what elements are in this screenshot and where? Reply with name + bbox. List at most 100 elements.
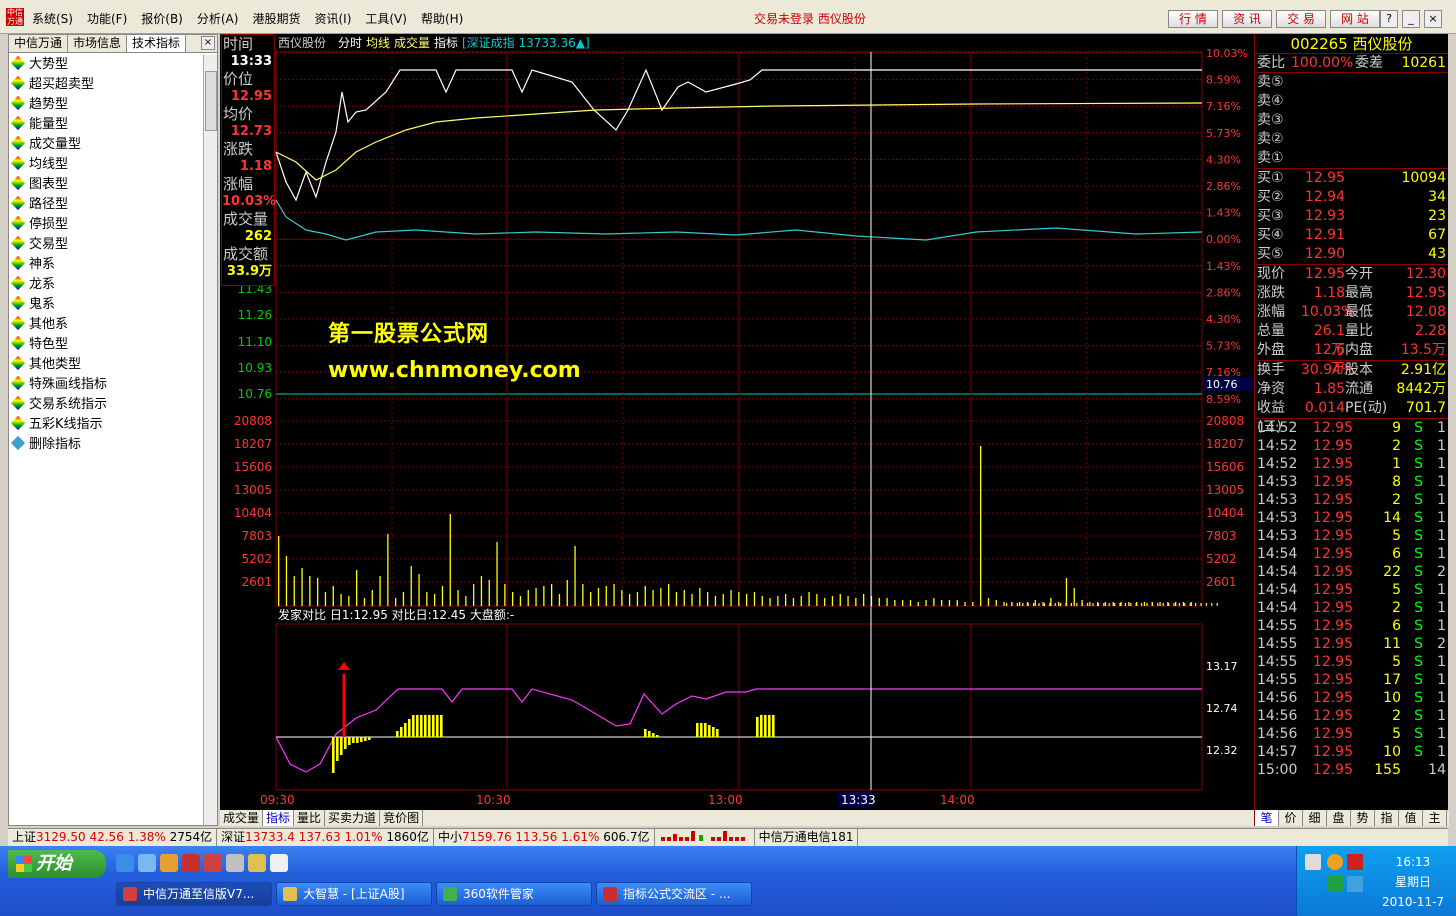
left-tab[interactable]: 中信万通 (9, 35, 69, 52)
quote-tab[interactable]: 指 (1375, 810, 1399, 826)
close-icon[interactable]: × (1424, 10, 1442, 28)
indicator-item[interactable]: 成交量型 (9, 135, 203, 155)
indicator-item[interactable]: 超买超卖型 (9, 75, 203, 95)
indicator-item[interactable]: 其他系 (9, 315, 203, 335)
stock-app-icon[interactable] (204, 854, 222, 872)
scroll-thumb[interactable] (205, 71, 217, 131)
shield-icon[interactable] (1327, 876, 1343, 892)
tick-k: 2 (1437, 564, 1446, 580)
indicator-item[interactable]: 特殊画线指标 (9, 375, 203, 395)
zx-index[interactable]: 中小7159.76 113.56 1.61% 606.7亿 (434, 829, 655, 846)
indicator-item[interactable]: 其他类型 (9, 355, 203, 375)
indicator-item[interactable]: 五彩K线指示 (9, 415, 203, 435)
volume-bar (410, 566, 412, 606)
indicator-item[interactable]: 停损型 (9, 215, 203, 235)
price-label: 价位 (223, 70, 254, 88)
menu-item[interactable]: 功能(F) (87, 10, 127, 27)
volume-bar (512, 592, 514, 606)
left-tab[interactable]: 技术指标 (127, 35, 187, 52)
opera-icon[interactable] (182, 854, 200, 872)
vol-tick-right: 10404 (1206, 506, 1244, 520)
indicator-item[interactable]: 神系 (9, 255, 203, 275)
menu-item[interactable]: 工具(V) (365, 10, 407, 27)
indicator-item[interactable]: 路径型 (9, 195, 203, 215)
indicator-item[interactable]: 均线型 (9, 155, 203, 175)
tick-p: 12.95 (1312, 528, 1353, 544)
quick-button[interactable]: 资 讯 (1222, 10, 1272, 28)
volume-bar (878, 598, 880, 606)
desktop-icon[interactable] (138, 854, 156, 872)
left-tab[interactable]: 市场信息 (68, 35, 128, 52)
chart-header-item: 成交量 (394, 35, 430, 50)
price-tick: 11.10 (238, 335, 272, 349)
menu-item[interactable]: 分析(A) (197, 10, 239, 27)
sh-index[interactable]: 上证3129.50 42.56 1.38% 2754亿 (8, 829, 218, 846)
minimize-icon[interactable]: _ (1402, 10, 1420, 28)
notepad-icon[interactable] (270, 854, 288, 872)
network-icon[interactable] (1347, 876, 1363, 892)
quick-button[interactable]: 行 情 (1168, 10, 1218, 28)
task-button[interactable]: 360软件管家 (436, 882, 592, 906)
help-tray-icon[interactable] (1347, 854, 1363, 870)
indicator-item[interactable]: 趋势型 (9, 95, 203, 115)
indicator-item[interactable]: 交易型 (9, 235, 203, 255)
indicator-icon (10, 255, 26, 271)
menu-item[interactable]: 资讯(I) (314, 10, 351, 27)
indicator-item[interactable]: 大势型 (9, 55, 203, 75)
quote-tab[interactable]: 笔 (1255, 810, 1279, 826)
quote-tab[interactable]: 势 (1351, 810, 1375, 826)
menu-item[interactable]: 帮助(H) (421, 10, 463, 27)
ie-icon[interactable] (116, 854, 134, 872)
vol-tick: 18207 (234, 437, 272, 451)
volume-bar (1070, 603, 1072, 606)
quote-tab[interactable]: 主 (1423, 810, 1447, 826)
stat-a: 涨幅 (1257, 304, 1285, 320)
quote-tab[interactable]: 价 (1279, 810, 1303, 826)
chart-tab[interactable]: 量比 (294, 810, 326, 826)
quick-button[interactable]: 交 易 (1276, 10, 1326, 28)
indicator-item[interactable]: 图表型 (9, 175, 203, 195)
help-icon[interactable]: ? (1380, 10, 1398, 28)
menu-item[interactable]: 港股期货 (252, 10, 300, 27)
quote-tab[interactable]: 值 (1399, 810, 1423, 826)
indicator-item[interactable]: 能量型 (9, 115, 203, 135)
quick-button[interactable]: 网 站 (1330, 10, 1380, 28)
indicator-item[interactable]: 鬼系 (9, 295, 203, 315)
indicator-item[interactable]: 交易系统指示 (9, 395, 203, 415)
tick-s (1401, 761, 1423, 779)
sz-change: 137.63 (298, 830, 341, 844)
stats-block: 现价 12.95 今开 12.30 涨跌 1.18 最高 12.95 涨幅 10.03% 最低 12.… (1255, 265, 1448, 377)
vol-tick: 13005 (234, 483, 272, 497)
chart-tab[interactable]: 指标 (263, 810, 295, 826)
close-icon[interactable]: × (201, 36, 215, 50)
indicator-item[interactable]: 龙系 (9, 275, 203, 295)
volume-bar (1011, 603, 1013, 606)
menu-item[interactable]: 系统(S) (32, 10, 73, 27)
vol-tick-right: 18207 (1206, 437, 1244, 451)
clock[interactable]: 16:13 星期日 2010-11-7 (1377, 852, 1449, 912)
indicator-item[interactable]: 特色型 (9, 335, 203, 355)
start-button[interactable]: 开始 (8, 850, 106, 878)
chart-tab[interactable]: 竞价图 (380, 810, 424, 826)
tick-p: 12.95 (1312, 456, 1353, 472)
sz-index[interactable]: 深证13733.4 137.63 1.01% 1860亿 (217, 829, 434, 846)
scrollbar[interactable] (203, 55, 217, 825)
chart-tab[interactable]: 买卖力道 (325, 810, 381, 826)
volume-bar (535, 588, 537, 606)
keyboard-icon[interactable] (1305, 854, 1321, 870)
task-button[interactable]: 大智慧 - [上证A股] (276, 882, 432, 906)
chart-tab[interactable]: 成交量 (220, 810, 264, 826)
indicator-item[interactable]: 删除指标 (9, 435, 203, 455)
pct-tick: 2.86% (1206, 286, 1241, 299)
qq-icon[interactable] (160, 854, 178, 872)
quote-tab[interactable]: 细 (1303, 810, 1327, 826)
qq-tray-icon[interactable] (1327, 854, 1343, 870)
task-button[interactable]: 指标公式交流区 - ... (596, 882, 752, 906)
quote-tab[interactable]: 盘 (1327, 810, 1351, 826)
tick-row: 14:54 12.95 2 S 1 (1255, 599, 1448, 617)
intraday-chart[interactable]: 10.03% 8.59% 7.16% 5.73% 4.30% 2.86% 1.43% 0.00… (220, 34, 1254, 826)
task-button[interactable]: 中信万通至信版V7... (116, 882, 272, 906)
dzh-icon[interactable] (248, 854, 266, 872)
window-icon[interactable] (226, 854, 244, 872)
menu-item[interactable]: 报价(B) (141, 10, 183, 27)
